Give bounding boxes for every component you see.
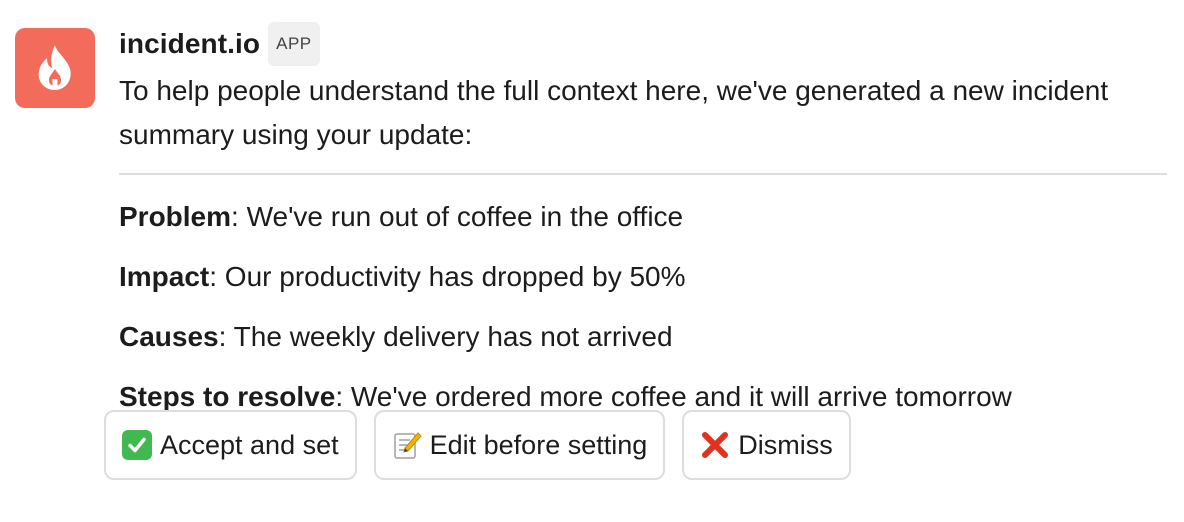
summary-label: Steps to resolve [119,381,336,412]
summary-impact: Impact: Our productivity has dropped by … [119,259,1167,295]
message-header: incident.io APP [119,20,1167,68]
edit-before-setting-button[interactable]: Edit before setting [373,410,666,480]
accept-and-set-button[interactable]: Accept and set [104,410,357,480]
dismiss-label: Dismiss [738,429,833,460]
message-intro: To help people understand the full conte… [119,75,1109,150]
edit-label: Edit before setting [429,429,648,460]
app-avatar[interactable] [15,28,95,108]
accept-label: Accept and set [160,429,339,460]
message-content: incident.io APP To help people understan… [119,20,1167,415]
summary-value: : We've run out of coffee in the office [231,201,684,232]
check-mark-icon [122,430,152,460]
summary-label: Problem [119,201,232,232]
summary-label: Causes [119,321,219,352]
flame-icon [38,45,71,90]
memo-icon [392,430,422,460]
divider [119,173,1167,175]
summary-problem: Problem: We've run out of coffee in the … [119,199,1167,235]
summary-label: Impact [119,261,210,292]
app-name[interactable]: incident.io [119,28,260,60]
summary-value: : We've ordered more coffee and it will … [335,381,1012,412]
cross-mark-icon [700,430,730,460]
summary-value: : The weekly delivery has not arrived [218,321,673,352]
dismiss-button[interactable]: Dismiss [682,410,851,480]
summary-value: : Our productivity has dropped by 50% [209,261,686,292]
app-badge: APP [268,22,320,66]
summary-causes: Causes: The weekly delivery has not arri… [119,319,1167,355]
action-buttons: Accept and set Edit before setting Dismi… [104,410,851,480]
